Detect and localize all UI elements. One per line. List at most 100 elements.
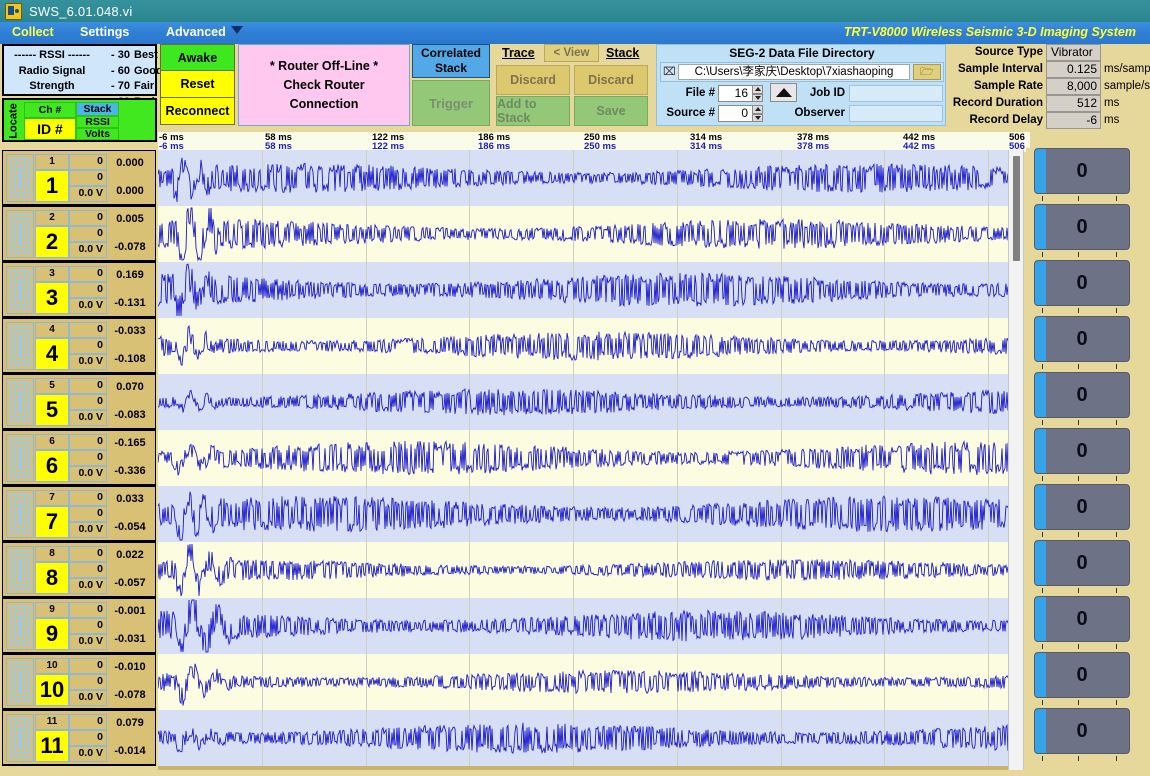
trace-column-label[interactable]: Trace	[502, 46, 535, 60]
seismic-trace-plot[interactable]	[158, 150, 1008, 770]
channel-rssi: 0	[69, 618, 107, 634]
channel-min-amplitude: 0.000	[107, 182, 153, 202]
channel-gauge[interactable]: 0	[1034, 428, 1130, 474]
channel-list[interactable]: 11000.0 V0.0000.00022000.0 V0.005-0.0783…	[0, 150, 158, 770]
channel-gauge[interactable]: 0	[1034, 708, 1130, 754]
channel-row[interactable]: 22000.0 V0.005-0.078	[2, 206, 156, 262]
locate-icon[interactable]	[6, 378, 34, 426]
locate-icon[interactable]	[6, 602, 34, 650]
stack-column-label[interactable]: Stack	[606, 46, 639, 60]
source-type-value[interactable]: Vibrator	[1046, 44, 1101, 61]
channel-min-amplitude: -0.108	[107, 350, 153, 370]
locate-icon[interactable]	[6, 658, 34, 706]
folder-browse-button[interactable]: 🗁	[913, 64, 941, 80]
gauge-value: 0	[1035, 205, 1129, 249]
record-delay-value[interactable]: -6	[1046, 112, 1101, 129]
file-number-stepper[interactable]	[752, 85, 763, 102]
trace-discard-button[interactable]: Discard	[496, 65, 570, 95]
channel-stack: 0	[69, 546, 107, 562]
locate-icon[interactable]	[6, 546, 34, 594]
menu-item-settings[interactable]: Settings	[80, 25, 129, 39]
gauge-value: 0	[1035, 541, 1129, 585]
channel-id[interactable]: 10	[35, 674, 69, 706]
rssi-legend: ------ RSSI ------ Radio Signal Strength…	[2, 44, 157, 96]
channel-row[interactable]: 66000.0 V-0.165-0.336	[2, 430, 156, 486]
channel-id[interactable]: 1	[35, 170, 69, 202]
channel-row[interactable]: 1111000.0 V0.079-0.014	[2, 710, 156, 766]
channel-row[interactable]: 44000.0 V-0.033-0.108	[2, 318, 156, 374]
channel-gauge[interactable]: 0	[1034, 372, 1130, 418]
window-title: SWS_6.01.048.vi	[29, 4, 132, 19]
channel-rssi: 0	[69, 450, 107, 466]
channel-rssi: 0	[69, 338, 107, 354]
channel-id[interactable]: 5	[35, 394, 69, 426]
locate-icon[interactable]	[6, 154, 34, 202]
locate-icon[interactable]	[6, 266, 34, 314]
correlated-stack-button[interactable]: Correlated Stack	[412, 44, 490, 78]
header-stack: Stack	[76, 102, 119, 116]
locate-icon[interactable]	[6, 490, 34, 538]
plot-vertical-scrollbar[interactable]	[1008, 150, 1024, 770]
channel-row[interactable]: 33000.0 V0.169-0.131	[2, 262, 156, 318]
observer-input[interactable]	[849, 105, 943, 122]
save-button[interactable]: Save	[574, 96, 648, 126]
trace-waveform	[158, 264, 1008, 316]
bottom-edge	[0, 770, 1150, 776]
channel-id[interactable]: 7	[35, 506, 69, 538]
record-duration-value[interactable]: 512	[1046, 95, 1101, 112]
trigger-button[interactable]: Trigger	[412, 80, 490, 126]
menu-item-collect[interactable]: Collect	[12, 25, 54, 39]
channel-max-amplitude: 0.079	[107, 714, 153, 734]
sample-interval-value[interactable]: 0.125	[1046, 61, 1101, 78]
gauge-tick-marks	[1034, 420, 1130, 426]
locate-icon[interactable]	[6, 322, 34, 370]
channel-gauge[interactable]: 0	[1034, 540, 1130, 586]
channel-id[interactable]: 9	[35, 618, 69, 650]
channel-id[interactable]: 4	[35, 338, 69, 370]
channel-id[interactable]: 2	[35, 226, 69, 258]
channel-row[interactable]: 77000.0 V0.033-0.054	[2, 486, 156, 542]
channel-volts: 0.0 V	[69, 186, 107, 202]
channel-gauge[interactable]: 0	[1034, 652, 1130, 698]
channel-gauge[interactable]: 0	[1034, 596, 1130, 642]
awake-button[interactable]: Awake	[160, 44, 235, 71]
scrollbar-thumb[interactable]	[1013, 156, 1020, 261]
add-to-stack-button[interactable]: Add to Stack	[496, 96, 570, 126]
directory-path-input[interactable]: C:\Users\李家庆\Desktop\7xiashaoping	[678, 64, 910, 80]
increment-file-button[interactable]	[770, 83, 797, 102]
stack-discard-button[interactable]: Discard	[574, 65, 648, 95]
trace-waveform	[158, 208, 1008, 260]
channel-gauge[interactable]: 0	[1034, 204, 1130, 250]
channel-row[interactable]: 55000.0 V0.070-0.083	[2, 374, 156, 430]
channel-row[interactable]: 99000.0 V-0.001-0.031	[2, 598, 156, 654]
channel-gauge[interactable]: 0	[1034, 316, 1130, 362]
channel-gauge[interactable]: 0	[1034, 148, 1130, 194]
locate-icon[interactable]	[6, 714, 34, 762]
rssi-quality-best: Best	[134, 48, 158, 64]
channel-stack: 0	[69, 210, 107, 226]
channel-id[interactable]: 11	[35, 730, 69, 762]
channel-row[interactable]: 88000.0 V0.022-0.057	[2, 542, 156, 598]
locate-icon[interactable]	[6, 434, 34, 482]
directory-row: ⌧ C:\Users\李家庆\Desktop\7xiashaoping 🗁	[660, 62, 944, 82]
channel-id[interactable]: 3	[35, 282, 69, 314]
channel-gauge[interactable]: 0	[1034, 260, 1130, 306]
job-id-input[interactable]	[849, 85, 943, 102]
reset-button[interactable]: Reset	[160, 71, 235, 98]
channel-id[interactable]: 8	[35, 562, 69, 594]
source-number-stepper[interactable]	[752, 105, 763, 122]
menu-item-advanced[interactable]: Advanced	[166, 25, 243, 39]
reconnect-button[interactable]: Reconnect	[160, 98, 235, 125]
channel-volts: 0.0 V	[69, 634, 107, 650]
channel-number: 3	[35, 266, 69, 282]
locate-icon[interactable]	[6, 210, 34, 258]
channel-row[interactable]: 1010000.0 V-0.010-0.078	[2, 654, 156, 710]
channel-row[interactable]: 11000.0 V0.0000.000	[2, 150, 156, 206]
channel-id[interactable]: 6	[35, 450, 69, 482]
channel-max-amplitude: -0.010	[107, 658, 153, 678]
view-toggle-button[interactable]: < View	[544, 44, 599, 62]
channel-gauge[interactable]: 0	[1034, 484, 1130, 530]
sample-rate-value[interactable]: 8,000	[1046, 78, 1101, 95]
channel-stack: 0	[69, 714, 107, 730]
channel-number: 4	[35, 322, 69, 338]
